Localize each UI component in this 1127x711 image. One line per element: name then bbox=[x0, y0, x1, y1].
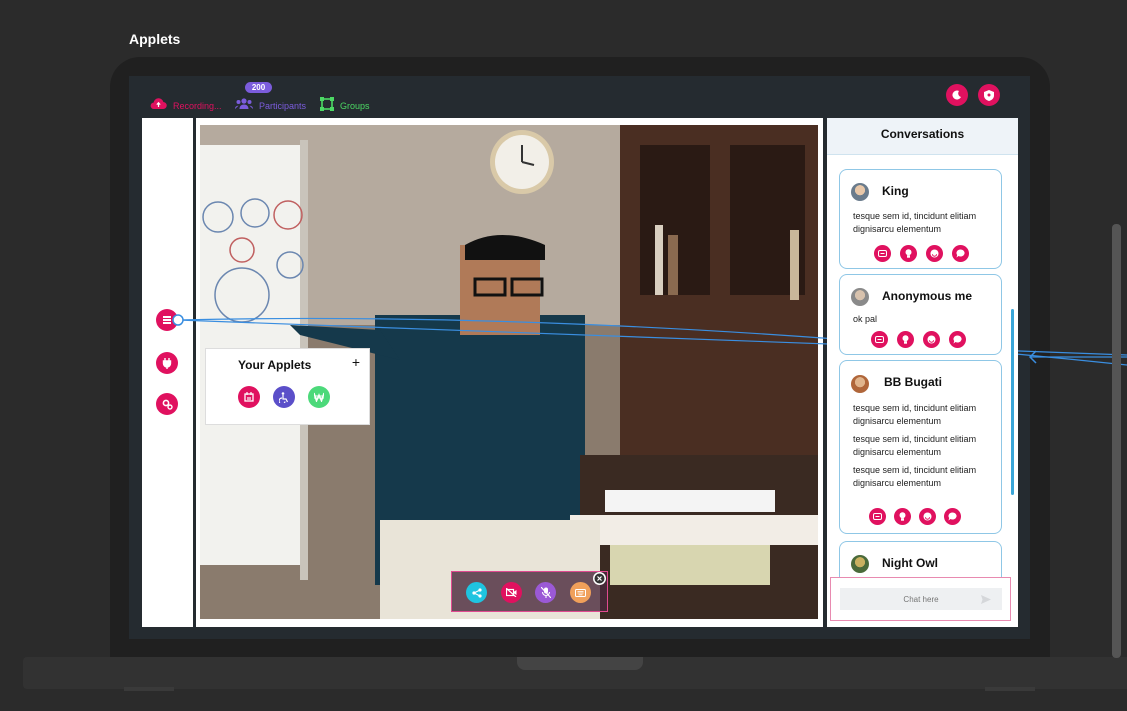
conversation-name: King bbox=[882, 184, 909, 198]
smile-icon bbox=[927, 335, 936, 344]
react-clap-button[interactable] bbox=[871, 331, 888, 348]
calendar-icon bbox=[244, 392, 254, 402]
react-idea-button[interactable] bbox=[894, 508, 911, 525]
keyboard-icon bbox=[575, 588, 586, 597]
lightbulb-icon bbox=[905, 249, 912, 258]
conversation-card-anonymous[interactable]: Anonymous me ok pal bbox=[839, 274, 1002, 355]
close-icon bbox=[594, 573, 605, 584]
share-icon bbox=[471, 587, 482, 598]
clap-icon bbox=[875, 336, 884, 343]
page-scrollbar[interactable] bbox=[1112, 224, 1121, 658]
video-off-icon bbox=[506, 588, 517, 597]
lightbulb-icon bbox=[902, 335, 909, 344]
mic-toggle-button[interactable] bbox=[535, 582, 556, 603]
reaction-bar bbox=[874, 245, 969, 262]
chat-input[interactable] bbox=[840, 588, 1002, 610]
clap-icon bbox=[878, 250, 887, 257]
money-icon bbox=[314, 392, 324, 402]
chat-bubble-icon bbox=[948, 512, 957, 521]
conversation-card-king[interactable]: King tesque sem id, tincidunt elitiam di… bbox=[839, 169, 1002, 269]
react-smile-button[interactable] bbox=[919, 508, 936, 525]
add-applet-button[interactable]: + bbox=[352, 354, 360, 370]
avatar bbox=[851, 375, 869, 393]
close-controls-button[interactable] bbox=[593, 572, 606, 585]
reply-button[interactable] bbox=[949, 331, 966, 348]
conversation-message: tesque sem id, tincidunt elitiam dignisa… bbox=[853, 211, 977, 234]
conversation-name: Night Owl bbox=[882, 556, 938, 570]
avatar bbox=[851, 555, 869, 573]
reaction-bar bbox=[869, 508, 961, 525]
send-icon[interactable] bbox=[981, 595, 991, 604]
keyboard-button[interactable] bbox=[570, 582, 591, 603]
chat-bubble-icon bbox=[953, 335, 962, 344]
conversations-title: Conversations bbox=[827, 118, 1018, 155]
chat-compose-area bbox=[830, 577, 1011, 621]
applet-money-button[interactable] bbox=[308, 386, 330, 408]
conversation-message: ok pal bbox=[853, 314, 878, 324]
conversations-scrollbar[interactable] bbox=[1011, 309, 1014, 495]
applet-accessibility-button[interactable] bbox=[273, 386, 295, 408]
conversation-message: tesque sem id, tincidunt elitiam dignisa… bbox=[853, 434, 977, 457]
lightbulb-icon bbox=[899, 512, 906, 521]
share-button[interactable] bbox=[466, 582, 487, 603]
conversation-card-night-owl[interactable]: Night Owl bbox=[839, 541, 1002, 581]
smile-icon bbox=[923, 512, 932, 521]
call-controls bbox=[451, 571, 608, 612]
conversation-message: tesque sem id, tincidunt elitiam dignisa… bbox=[853, 403, 977, 426]
react-smile-button[interactable] bbox=[926, 245, 943, 262]
conversation-card-bb-bugati[interactable]: BB Bugati tesque sem id, tincidunt eliti… bbox=[839, 360, 1002, 534]
conversation-name: BB Bugati bbox=[884, 375, 942, 389]
clap-icon bbox=[873, 513, 882, 520]
chat-bubble-icon bbox=[956, 249, 965, 258]
reply-button[interactable] bbox=[944, 508, 961, 525]
avatar bbox=[851, 288, 869, 306]
smile-icon bbox=[930, 249, 939, 258]
reply-button[interactable] bbox=[952, 245, 969, 262]
applets-title: Your Applets bbox=[238, 358, 312, 372]
conversations-panel: Conversations King tesque sem id, tincid… bbox=[827, 118, 1018, 627]
conversation-name: Anonymous me bbox=[882, 289, 973, 303]
react-idea-button[interactable] bbox=[900, 245, 917, 262]
react-clap-button[interactable] bbox=[874, 245, 891, 262]
your-applets-popup: Your Applets + bbox=[205, 348, 370, 425]
video-toggle-button[interactable] bbox=[501, 582, 522, 603]
mic-off-icon bbox=[540, 587, 551, 598]
accessibility-icon bbox=[279, 391, 289, 403]
react-idea-button[interactable] bbox=[897, 331, 914, 348]
react-smile-button[interactable] bbox=[923, 331, 940, 348]
react-clap-button[interactable] bbox=[869, 508, 886, 525]
avatar bbox=[851, 183, 869, 201]
reaction-bar bbox=[871, 331, 966, 348]
conversation-message: tesque sem id, tincidunt elitiam dignisa… bbox=[853, 465, 977, 488]
applet-calendar-button[interactable] bbox=[238, 386, 260, 408]
